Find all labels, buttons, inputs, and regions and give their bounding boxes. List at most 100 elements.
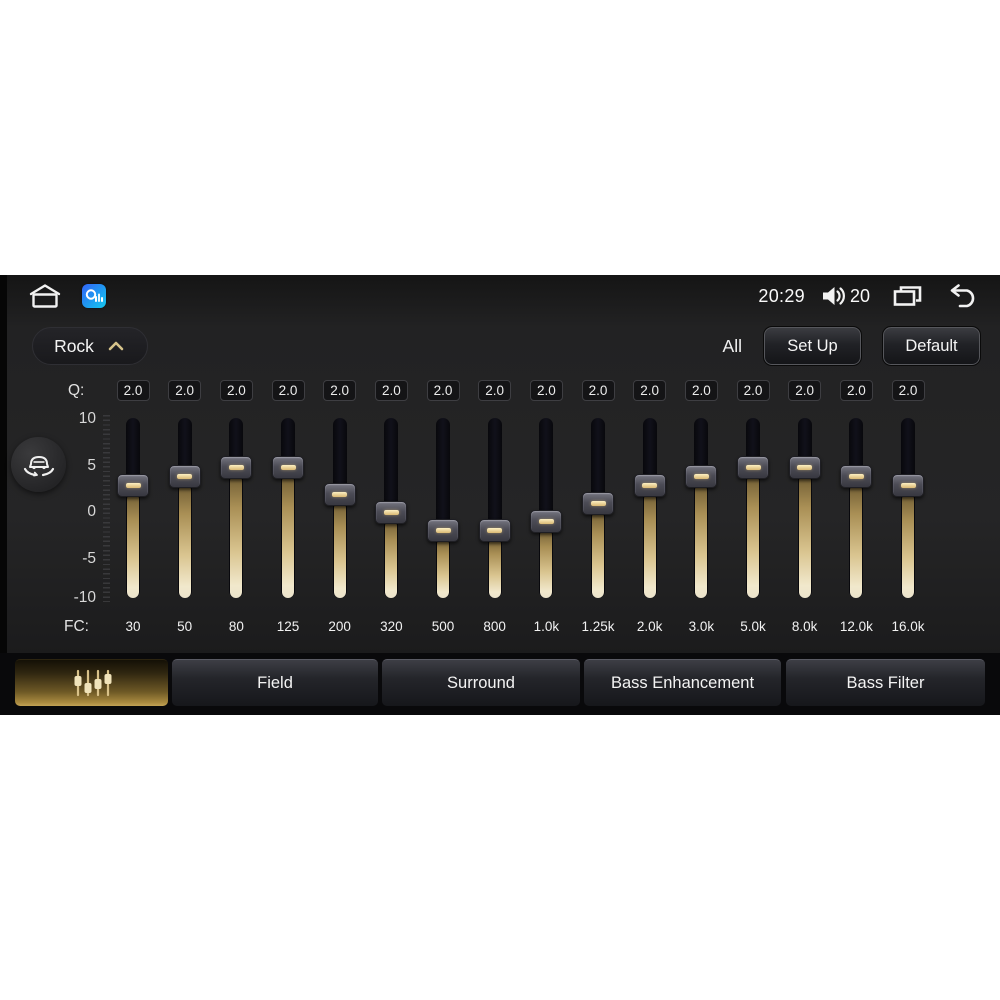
equalizer-app-icon[interactable]	[82, 284, 106, 308]
slider-handle-1.0k[interactable]	[530, 510, 563, 533]
slider-handle-12.0k[interactable]	[840, 465, 873, 488]
tab-bass-enhancement[interactable]: Bass Enhancement	[584, 659, 781, 706]
gain-slider-1.0k[interactable]	[528, 415, 564, 607]
gain-slider-320[interactable]	[373, 415, 409, 607]
slider-handle-1.25k[interactable]	[582, 492, 614, 515]
slider-fill	[592, 511, 604, 598]
handle-grip-mark	[487, 528, 503, 533]
fc-value-1.25k: 1.25k	[581, 619, 615, 634]
car-sound-position-button[interactable]	[11, 437, 66, 492]
handle-grip-mark	[745, 465, 761, 470]
tab-field[interactable]: Field	[172, 659, 378, 706]
slider-handle-320[interactable]	[375, 501, 408, 524]
volume-level: 20	[849, 285, 870, 306]
gain-slider-8.0k[interactable]	[787, 415, 823, 607]
handle-grip-mark	[383, 510, 399, 515]
gain-slider-2.0k[interactable]	[632, 415, 668, 607]
slider-handle-2.0k[interactable]	[633, 474, 666, 497]
handle-grip-mark	[693, 474, 709, 479]
slider-handle-125[interactable]	[272, 456, 304, 479]
handle-grip-mark	[797, 465, 813, 470]
axis-tick-0: 0	[87, 503, 96, 520]
tab-equalizer[interactable]	[15, 659, 168, 706]
slider-fill	[643, 493, 656, 598]
tab-bass-filter-label: Bass Filter	[846, 673, 925, 692]
gain-slider-200[interactable]	[322, 415, 358, 607]
gain-slider-12.0k[interactable]	[838, 415, 874, 607]
slider-handle-30[interactable]	[117, 474, 149, 497]
slider-handle-500[interactable]	[427, 519, 459, 542]
handle-grip-mark	[280, 465, 296, 470]
slider-handle-5.0k[interactable]	[737, 456, 769, 479]
all-label[interactable]: All	[723, 336, 742, 357]
axis-tick-neg5: -5	[82, 550, 96, 567]
slider-fill	[333, 502, 346, 598]
slider-fill	[850, 484, 863, 598]
q-value-5.0k: 2.0	[736, 380, 770, 401]
handle-grip-mark	[435, 528, 451, 533]
slider-handle-8.0k[interactable]	[788, 456, 821, 479]
q-value-12.0k: 2.0	[839, 380, 873, 401]
tab-surround[interactable]: Surround	[382, 659, 580, 706]
gain-slider-125[interactable]	[270, 415, 306, 607]
fc-value-16.0k: 16.0k	[891, 619, 925, 634]
default-button[interactable]: Default	[882, 326, 981, 366]
fc-value-12.0k: 12.0k	[839, 619, 873, 634]
equalizer-screen: 20:29 20 Rock All Set Up Default Q: FC: …	[0, 275, 1000, 715]
chevron-up-icon	[106, 340, 126, 352]
preset-dropdown[interactable]: Rock	[32, 327, 148, 365]
setup-button[interactable]: Set Up	[763, 326, 862, 366]
slider-handle-50[interactable]	[168, 465, 201, 488]
q-value-1.25k: 2.0	[581, 380, 615, 401]
q-value-30: 2.0	[116, 380, 150, 401]
fc-value-8.0k: 8.0k	[791, 619, 818, 634]
gain-slider-30[interactable]	[115, 415, 151, 607]
handle-grip-mark	[538, 519, 554, 524]
handle-grip-mark	[177, 474, 193, 479]
q-value-500: 2.0	[426, 380, 460, 401]
fc-value-1.0k: 1.0k	[533, 619, 560, 634]
back-icon[interactable]	[945, 283, 978, 309]
slider-handle-16.0k[interactable]	[892, 474, 924, 497]
fc-value-320: 320	[380, 619, 403, 634]
q-value-200: 2.0	[323, 380, 357, 401]
clock: 20:29	[758, 285, 805, 306]
handle-grip-mark	[900, 483, 916, 488]
handle-grip-mark	[228, 465, 244, 470]
q-value-50: 2.0	[168, 380, 202, 401]
q-value-1.0k: 2.0	[529, 380, 563, 401]
q-value-2.0k: 2.0	[633, 380, 667, 401]
gain-slider-50[interactable]	[167, 415, 203, 607]
gain-slider-80[interactable]	[218, 415, 254, 607]
gain-slider-500[interactable]	[425, 415, 461, 607]
handle-grip-mark	[332, 492, 348, 497]
slider-handle-200[interactable]	[323, 483, 356, 506]
tab-surround-label: Surround	[447, 673, 515, 692]
slider-fill	[488, 538, 501, 598]
home-icon[interactable]	[28, 283, 62, 310]
gain-slider-3.0k[interactable]	[683, 415, 719, 607]
q-value-800: 2.0	[478, 380, 512, 401]
handle-grip-mark	[848, 474, 864, 479]
fc-value-200: 200	[328, 619, 351, 634]
slider-fill	[902, 493, 914, 598]
recent-apps-icon[interactable]	[892, 284, 923, 309]
slider-fill	[540, 529, 553, 598]
gain-ruler	[103, 415, 110, 602]
gain-slider-5.0k[interactable]	[735, 415, 771, 607]
handle-grip-mark	[125, 483, 141, 488]
q-row-title: Q:	[68, 382, 85, 399]
q-value-80: 2.0	[219, 380, 253, 401]
tab-bass-filter[interactable]: Bass Filter	[786, 659, 985, 706]
axis-tick-10: 10	[78, 410, 96, 427]
gain-slider-800[interactable]	[477, 415, 513, 607]
slider-handle-80[interactable]	[220, 456, 253, 479]
slider-handle-3.0k[interactable]	[685, 465, 718, 488]
slider-fill	[282, 475, 294, 598]
gain-slider-1.25k[interactable]	[580, 415, 616, 607]
handle-grip-mark	[642, 483, 658, 488]
gain-slider-16.0k[interactable]	[890, 415, 926, 607]
slider-fill	[747, 475, 759, 598]
slider-handle-800[interactable]	[478, 519, 511, 542]
axis-tick-neg10: -10	[73, 589, 96, 606]
